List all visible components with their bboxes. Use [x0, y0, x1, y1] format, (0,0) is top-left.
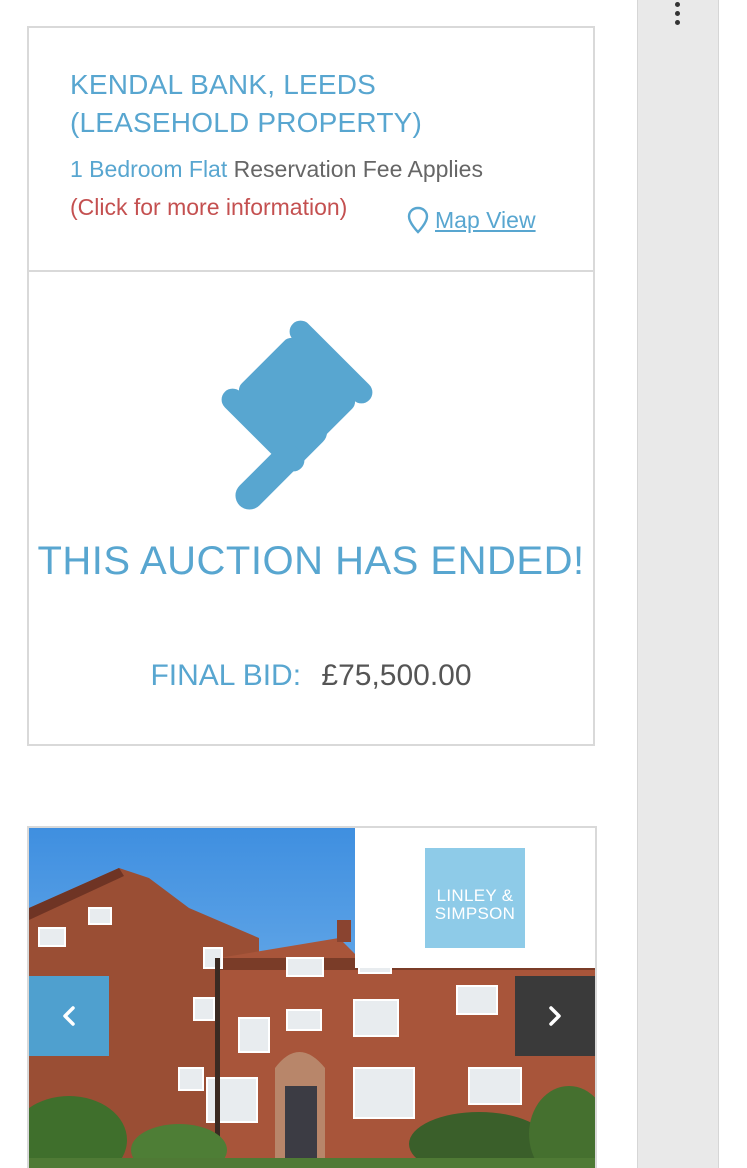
- kebab-dot: [674, 20, 680, 25]
- kebab-dot: [674, 11, 680, 16]
- more-info-link[interactable]: (Click for more information): [70, 192, 347, 222]
- side-panel: [637, 0, 719, 1168]
- property-type: 1 Bedroom Flat: [70, 156, 228, 182]
- carousel-next-button[interactable]: [515, 976, 595, 1056]
- page: KENDAL BANK, LEEDS (LEASEHOLD PROPERTY) …: [0, 0, 747, 1168]
- property-header-card: KENDAL BANK, LEEDS (LEASEHOLD PROPERTY) …: [27, 26, 595, 270]
- agent-logo-panel: LINLEY & SIMPSON: [355, 828, 595, 968]
- auction-status-card: THIS AUCTION HAS ENDED! FINAL BID: £75,5…: [27, 270, 595, 746]
- property-title: KENDAL BANK, LEEDS (LEASEHOLD PROPERTY): [70, 69, 423, 138]
- linley-simpson-logo: LINLEY & SIMPSON: [425, 848, 525, 948]
- map-view-label: Map View: [435, 206, 536, 233]
- final-bid-value: £75,500.00: [321, 659, 472, 692]
- map-pin-icon: [407, 206, 429, 234]
- property-subtitle: 1 Bedroom Flat Reservation Fee Applies: [70, 154, 483, 184]
- carousel-prev-button[interactable]: [29, 976, 109, 1056]
- chevron-left-icon: [63, 1006, 75, 1026]
- final-bid: FINAL BID: £75,500.00: [29, 658, 593, 694]
- gavel-icon: [221, 320, 373, 510]
- logo-line-2: SIMPSON: [434, 904, 516, 923]
- kebab-dot: [674, 2, 680, 7]
- chevron-right-icon: [549, 1006, 561, 1026]
- final-bid-label: FINAL BID:: [150, 659, 302, 692]
- more-options-icon[interactable]: [665, 0, 689, 30]
- reservation-fee-note: Reservation Fee Applies: [233, 156, 483, 182]
- property-image-carousel[interactable]: LINLEY & SIMPSON: [27, 826, 597, 1168]
- logo-line-1: LINLEY &: [436, 886, 514, 905]
- auction-ended-heading: THIS AUCTION HAS ENDED!: [37, 539, 585, 583]
- map-view-link[interactable]: Map View: [407, 206, 536, 234]
